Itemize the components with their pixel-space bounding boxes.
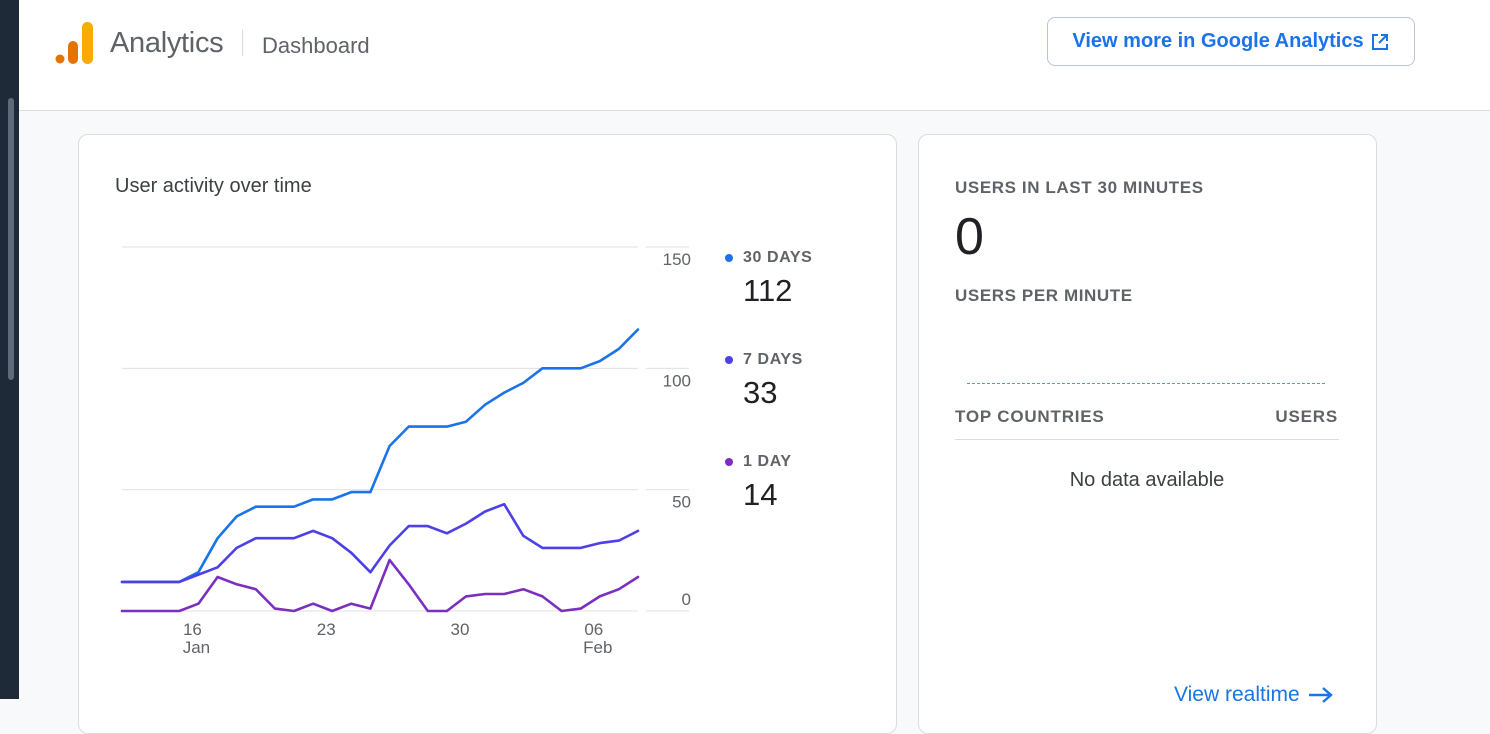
legend-label-1-day: 1 DAY	[743, 453, 792, 470]
ga-button-label: View more in Google Analytics	[1072, 30, 1364, 52]
legend-item-7-days: 7 DAYS 33	[725, 351, 803, 411]
table-header-divider	[955, 439, 1339, 440]
x-tick-label: 30	[451, 620, 470, 639]
y-tick-label: 50	[672, 493, 691, 512]
series-line-30-days	[120, 328, 640, 584]
user-activity-card: User activity over time 150 100 50 0 16 Jan 23…	[78, 134, 897, 734]
legend-value-30-days: 112	[743, 273, 793, 308]
realtime-card: USERS IN LAST 30 MINUTES 0 USERS PER MIN…	[918, 134, 1377, 734]
y-tick-label: 100	[663, 371, 691, 390]
view-in-google-analytics-button[interactable]: View more in Google Analytics	[1047, 17, 1415, 66]
external-link-icon	[1370, 32, 1390, 52]
users-last-30-value: 0	[955, 208, 984, 266]
x-tick-label: 23	[317, 620, 336, 639]
y-tick-label: 150	[663, 250, 691, 269]
series-line-1-day	[120, 558, 640, 613]
users-per-minute-sparkline	[967, 383, 1325, 384]
scrollbar[interactable]	[8, 98, 14, 380]
x-tick-label: 16	[183, 620, 202, 639]
top-countries-header: TOP COUNTRIES	[955, 407, 1105, 426]
legend-value-1-day: 14	[743, 477, 778, 512]
view-realtime-link[interactable]: View realtime	[1174, 683, 1334, 707]
users-per-minute-label: USERS PER MINUTE	[955, 286, 1133, 305]
legend-value-7-days: 33	[743, 375, 778, 410]
y-tick-label: 0	[682, 590, 691, 609]
breadcrumb: Dashboard	[262, 33, 370, 58]
users-last-30-label: USERS IN LAST 30 MINUTES	[955, 178, 1204, 197]
analytics-logo-icon	[55, 22, 93, 64]
user-activity-chart: 150 100 50 0 16Jan 23 30 06Feb	[120, 246, 691, 657]
header: Analytics Dashboard View more in Google …	[19, 0, 1490, 111]
legend-item-30-days: 30 DAYS 112	[725, 249, 812, 309]
legend-label-7-days: 7 DAYS	[743, 351, 803, 368]
legend-label-30-days: 30 DAYS	[743, 249, 813, 266]
arrow-right-icon	[1308, 687, 1333, 703]
users-column-header: USERS	[1275, 407, 1338, 426]
left-edge-panel	[0, 0, 19, 699]
view-realtime-label: View realtime	[1174, 683, 1300, 706]
header-divider	[242, 30, 243, 56]
empty-state-text: No data available	[1069, 469, 1225, 491]
legend-item-1-day: 1 DAY 14	[725, 453, 792, 513]
legend-dot-7-days	[725, 356, 733, 364]
x-tick-sublabel: Jan	[183, 638, 210, 657]
brand-name: Analytics	[110, 27, 224, 59]
x-tick-sublabel: Feb	[583, 638, 612, 657]
legend-dot-1-day	[725, 458, 733, 466]
legend-dot-30-days	[725, 254, 733, 262]
x-tick-label: 06	[584, 620, 603, 639]
